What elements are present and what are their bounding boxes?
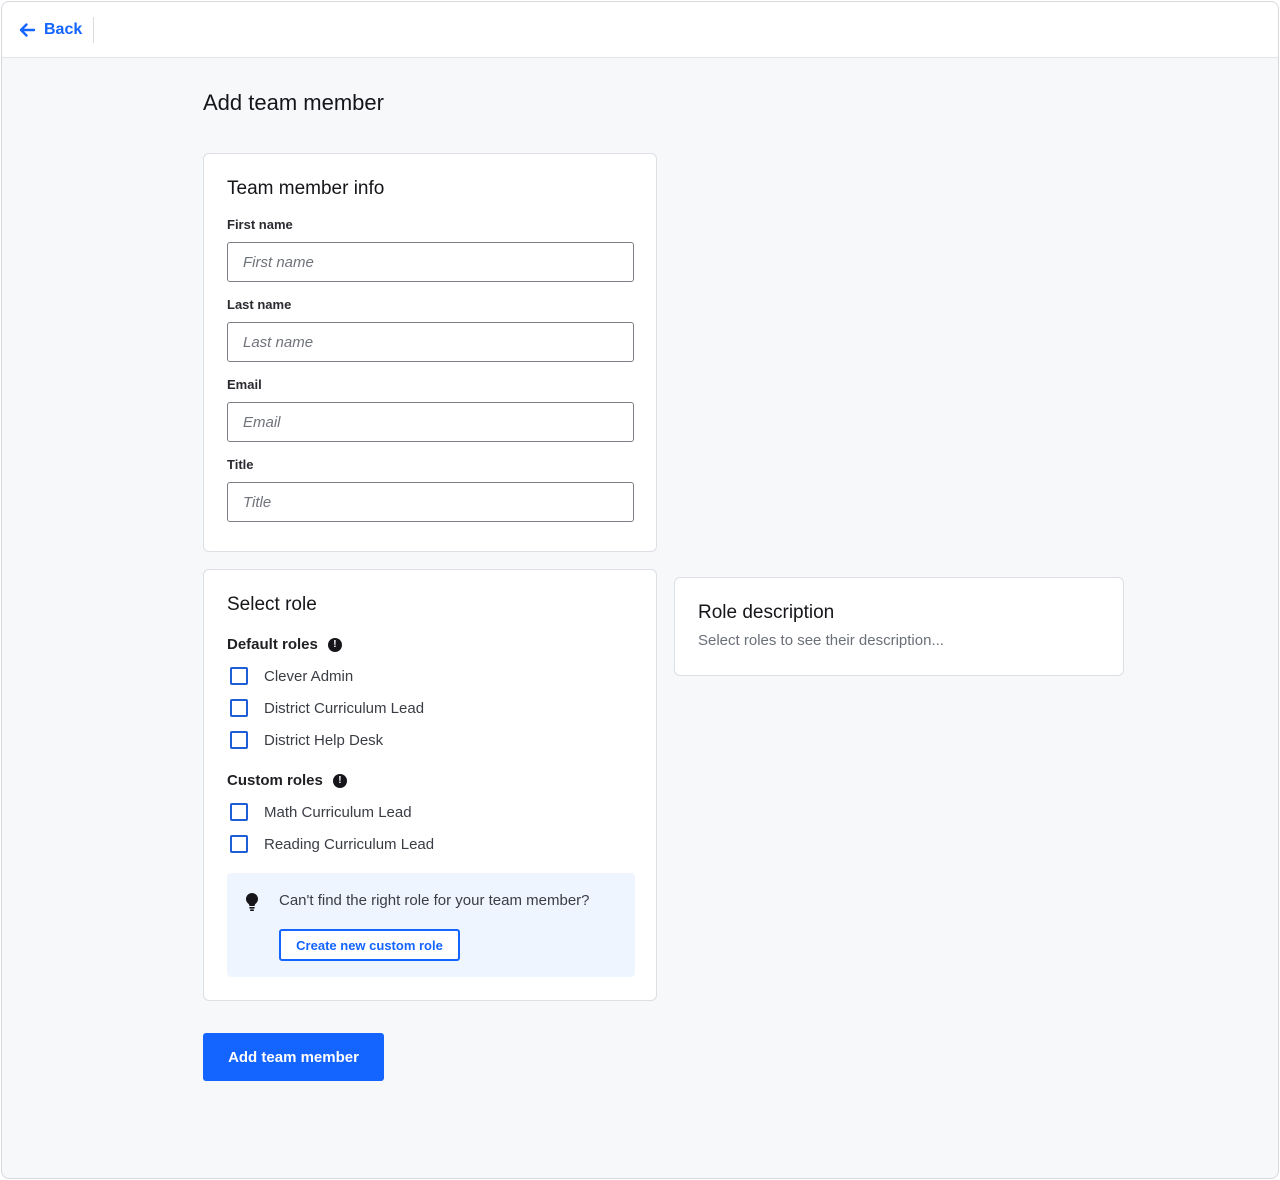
checkbox[interactable] bbox=[230, 835, 248, 853]
arrow-left-icon bbox=[19, 23, 36, 37]
first-name-input[interactable] bbox=[227, 242, 634, 282]
info-icon[interactable]: ! bbox=[332, 773, 347, 788]
lightbulb-icon bbox=[246, 893, 258, 911]
role-option-math-curriculum-lead[interactable]: Math Curriculum Lead bbox=[230, 803, 412, 821]
title-input[interactable] bbox=[227, 482, 634, 522]
page-title: Add team member bbox=[203, 90, 384, 115]
hint-text: Can't find the right role for your team … bbox=[279, 892, 590, 909]
checkbox[interactable] bbox=[230, 731, 248, 749]
email-label: Email bbox=[227, 377, 262, 392]
role-option-label: District Curriculum Lead bbox=[264, 699, 425, 717]
custom-role-hint: Can't find the right role for your team … bbox=[227, 873, 635, 977]
role-description-card: Role description Select roles to see the… bbox=[674, 577, 1124, 676]
last-name-label: Last name bbox=[227, 297, 292, 312]
checkbox[interactable] bbox=[230, 667, 248, 685]
role-option-label: Reading Curriculum Lead bbox=[264, 835, 435, 853]
custom-roles-label: Custom roles bbox=[227, 772, 323, 789]
custom-roles-heading: Custom roles ! bbox=[227, 772, 347, 789]
back-button[interactable]: Back bbox=[18, 16, 82, 44]
select-role-title: Select role bbox=[227, 594, 317, 615]
role-option-reading-curriculum-lead[interactable]: Reading Curriculum Lead bbox=[230, 835, 434, 853]
checkbox[interactable] bbox=[230, 699, 248, 717]
info-icon[interactable]: ! bbox=[327, 637, 342, 652]
role-option-district-help-desk[interactable]: District Help Desk bbox=[230, 731, 383, 749]
team-member-info-card: Team member info First name Last name Em… bbox=[203, 153, 657, 552]
role-option-label: District Help Desk bbox=[264, 731, 384, 749]
back-label: Back bbox=[44, 21, 83, 38]
role-description-title: Role description bbox=[698, 602, 835, 623]
create-custom-role-button[interactable]: Create new custom role bbox=[279, 929, 460, 961]
checkbox[interactable] bbox=[230, 803, 248, 821]
default-roles-heading: Default roles ! bbox=[227, 636, 342, 653]
select-role-card: Select role Default roles ! Clever Admin… bbox=[203, 569, 657, 1001]
last-name-input[interactable] bbox=[227, 322, 634, 362]
top-bar: Back bbox=[2, 2, 1278, 58]
team-member-info-title: Team member info bbox=[227, 178, 385, 199]
title-label: Title bbox=[227, 457, 254, 472]
app-frame: Back Add team member Team member info Fi… bbox=[1, 1, 1279, 1179]
role-option-label: Clever Admin bbox=[264, 667, 354, 685]
role-option-label: Math Curriculum Lead bbox=[264, 803, 412, 821]
first-name-label: First name bbox=[227, 217, 293, 232]
role-option-district-curriculum-lead[interactable]: District Curriculum Lead bbox=[230, 699, 424, 717]
default-roles-label: Default roles bbox=[227, 636, 318, 653]
role-option-clever-admin[interactable]: Clever Admin bbox=[230, 667, 353, 685]
topbar-divider bbox=[93, 17, 94, 43]
role-description-text: Select roles to see their description... bbox=[698, 632, 944, 649]
add-team-member-button[interactable]: Add team member bbox=[203, 1033, 384, 1081]
email-input[interactable] bbox=[227, 402, 634, 442]
